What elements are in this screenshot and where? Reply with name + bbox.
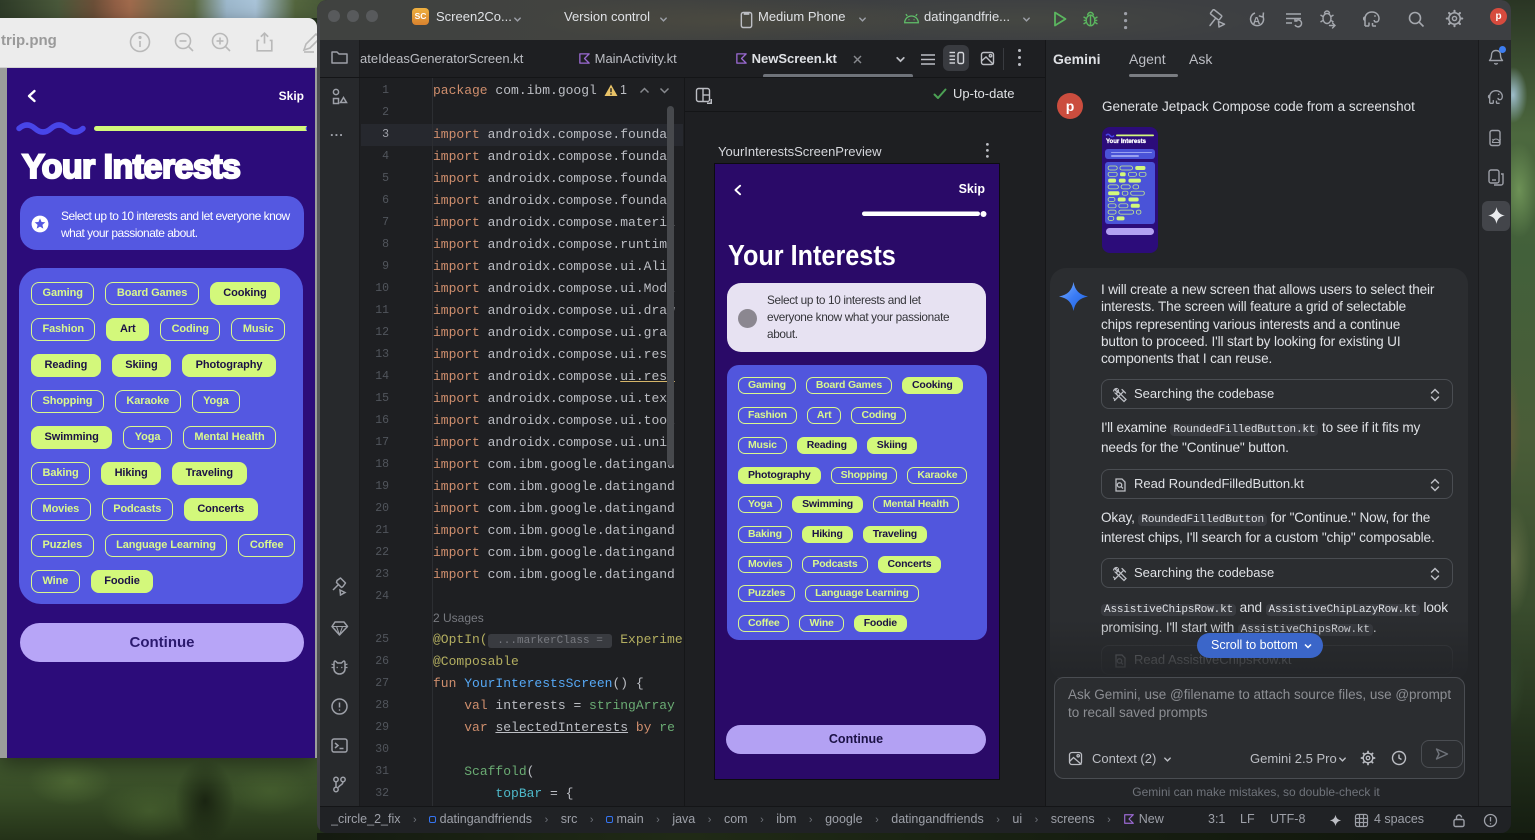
svg-text:A: A: [1253, 15, 1261, 27]
